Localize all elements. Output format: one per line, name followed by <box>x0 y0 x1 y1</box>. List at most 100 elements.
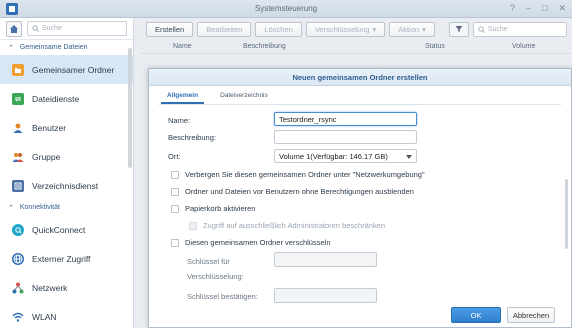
confirm-key-input[interactable] <box>274 288 377 303</box>
sidebar-item-user[interactable]: Benutzer <box>0 113 133 142</box>
filter-icon <box>455 26 463 32</box>
section-label: Gemeinsame Dateien <box>19 44 88 51</box>
sidebar-item-label: QuickConnect <box>32 224 86 235</box>
encryption-key-label-line2: Verschlüsselung: <box>187 272 244 281</box>
sidebar-item-directory-service[interactable]: Verzeichnisdienst <box>0 171 133 200</box>
encryption-key-input[interactable] <box>274 252 377 267</box>
home-button[interactable] <box>6 20 22 37</box>
hide-in-network-label: Verbergen Sie diesen gemeinsamen Ordner … <box>185 170 425 179</box>
sidebar-item-label: WLAN <box>32 311 57 322</box>
sidebar-item-group[interactable]: Gruppe <box>0 142 133 171</box>
tab-divider <box>159 104 561 105</box>
column-header-name[interactable]: Name <box>173 43 192 50</box>
location-select[interactable]: Volume 1(Verfügbar: 146.17 GB) <box>274 149 417 163</box>
create-shared-folder-dialog: Neuen gemeinsamen Ordner erstellen Allge… <box>148 68 572 328</box>
encrypt-folder-label: Diesen gemeinsamen Ordner verschlüsseln <box>185 238 331 247</box>
location-value: Volume 1(Verfügbar: 146.17 GB) <box>279 152 388 161</box>
sidebar-search-placeholder: Suche <box>42 25 62 32</box>
table-search-input[interactable]: Suche <box>472 21 567 37</box>
sidebar-item-file-services[interactable]: Dateidienste <box>0 84 133 113</box>
home-icon <box>10 24 18 33</box>
tab-file-directory[interactable]: Dateiverzeichnis <box>214 88 274 104</box>
create-button[interactable]: Erstellen <box>146 21 194 37</box>
sidebar-item-shared-folder[interactable]: Gemeinsamer Ordner <box>0 55 133 84</box>
search-icon <box>478 25 485 33</box>
caret-down-icon: ▾ <box>372 24 377 34</box>
column-header-description[interactable]: Beschreibung <box>243 43 286 50</box>
hide-without-permission-label: Ordner und Dateien vor Benutzern ohne Be… <box>185 187 414 196</box>
section-shared-files[interactable]: ⌃ Gemeinsame Dateien <box>0 40 133 55</box>
sidebar-item-label: Gemeinsamer Ordner <box>32 64 115 75</box>
admin-only-checkbox[interactable] <box>189 222 197 230</box>
delete-button[interactable]: Löschen <box>255 21 302 37</box>
location-label: Ort: <box>168 152 181 161</box>
file-services-icon <box>12 92 24 105</box>
sidebar-item-wlan[interactable]: WLAN <box>0 302 133 328</box>
recycle-bin-checkbox[interactable] <box>171 205 179 213</box>
encryption-dropdown[interactable]: Verschlüsselung ▾ <box>305 21 386 37</box>
hide-without-permission-checkbox[interactable] <box>171 188 179 196</box>
sidebar-item-label: Verzeichnisdienst <box>32 180 99 191</box>
description-input[interactable] <box>274 130 417 144</box>
sidebar-top: Suche <box>0 18 133 40</box>
window-controls: ? – □ ✕ <box>510 3 566 14</box>
window-titlebar: Systemsteuerung ? – □ ✕ <box>0 0 572 18</box>
sidebar-item-label: Externer Zugriff <box>32 253 91 264</box>
minimize-icon[interactable]: – <box>526 3 531 14</box>
action-dropdown[interactable]: Aktion ▾ <box>389 21 435 37</box>
sidebar-search-input[interactable]: Suche <box>27 21 127 36</box>
name-label: Name: <box>168 116 191 125</box>
search-icon <box>32 25 39 32</box>
network-icon <box>12 282 24 294</box>
chevron-up-icon: ⌃ <box>8 204 14 212</box>
filter-button[interactable] <box>448 21 469 37</box>
confirm-key-label: Schlüssel bestätigen: <box>187 292 258 301</box>
caret-down-icon: ▾ <box>422 24 426 34</box>
sidebar-item-label: Benutzer <box>32 122 67 133</box>
sidebar-item-label: Gruppe <box>32 151 61 162</box>
column-header-status[interactable]: Status <box>425 43 445 50</box>
recycle-bin-label: Papierkorb aktivieren <box>185 204 256 213</box>
maximize-icon[interactable]: □ <box>542 3 547 14</box>
chevron-up-icon: ⌃ <box>8 44 14 52</box>
encrypt-folder-checkbox[interactable] <box>171 239 179 247</box>
close-icon[interactable]: ✕ <box>558 3 566 14</box>
help-icon[interactable]: ? <box>510 3 515 14</box>
window-title: Systemsteuerung <box>254 4 318 13</box>
sidebar-item-label: Dateidienste <box>32 93 80 104</box>
section-label: Konnektivität <box>19 204 60 211</box>
description-label: Beschreibung: <box>168 133 216 142</box>
tab-general[interactable]: Allgemein <box>161 88 205 104</box>
section-connectivity[interactable]: ⌃ Konnektivität <box>0 200 133 215</box>
dialog-scrollbar[interactable] <box>565 179 568 249</box>
sidebar-scrollbar[interactable] <box>128 48 132 168</box>
main-toolbar: Erstellen Bearbeiten Löschen Verschlüsse… <box>140 18 572 40</box>
wifi-icon <box>12 311 24 323</box>
sidebar-item-label: Netzwerk <box>32 282 68 293</box>
sidebar-item-external-access[interactable]: Externer Zugriff <box>0 244 133 273</box>
action-label: Aktion <box>398 24 420 34</box>
directory-service-icon <box>12 179 24 192</box>
column-header-volume[interactable]: Volume <box>512 43 535 50</box>
quickconnect-icon <box>12 223 24 236</box>
globe-icon <box>12 252 24 265</box>
encryption-label: Verschlüsselung <box>314 24 370 34</box>
sidebar: Suche ⌃ Gemeinsame Dateien Gemeinsamer O… <box>0 18 134 328</box>
shared-folder-table-header: Name Beschreibung Status Volume <box>140 40 572 54</box>
encryption-key-label-line1: Schlüssel für <box>187 257 230 266</box>
user-icon <box>12 122 24 134</box>
cancel-button[interactable]: Abbrechen <box>507 307 555 323</box>
sidebar-item-quickconnect[interactable]: QuickConnect <box>0 215 133 244</box>
hide-in-network-checkbox[interactable] <box>171 171 179 179</box>
ok-button[interactable]: OK <box>451 307 501 323</box>
name-input[interactable]: Testordner_rsync <box>274 112 417 126</box>
group-icon <box>12 151 24 163</box>
shared-folder-icon <box>12 63 24 76</box>
table-search-placeholder: Suche <box>487 25 508 33</box>
dialog-tabs: Allgemein Dateiverzeichnis <box>161 88 274 104</box>
caret-down-icon <box>406 155 412 159</box>
dialog-title: Neuen gemeinsamen Ordner erstellen <box>149 69 571 86</box>
sidebar-item-network[interactable]: Netzwerk <box>0 273 133 302</box>
edit-button[interactable]: Bearbeiten <box>197 21 252 37</box>
admin-only-label: Zugriff auf ausschließlich Administrator… <box>203 221 386 230</box>
